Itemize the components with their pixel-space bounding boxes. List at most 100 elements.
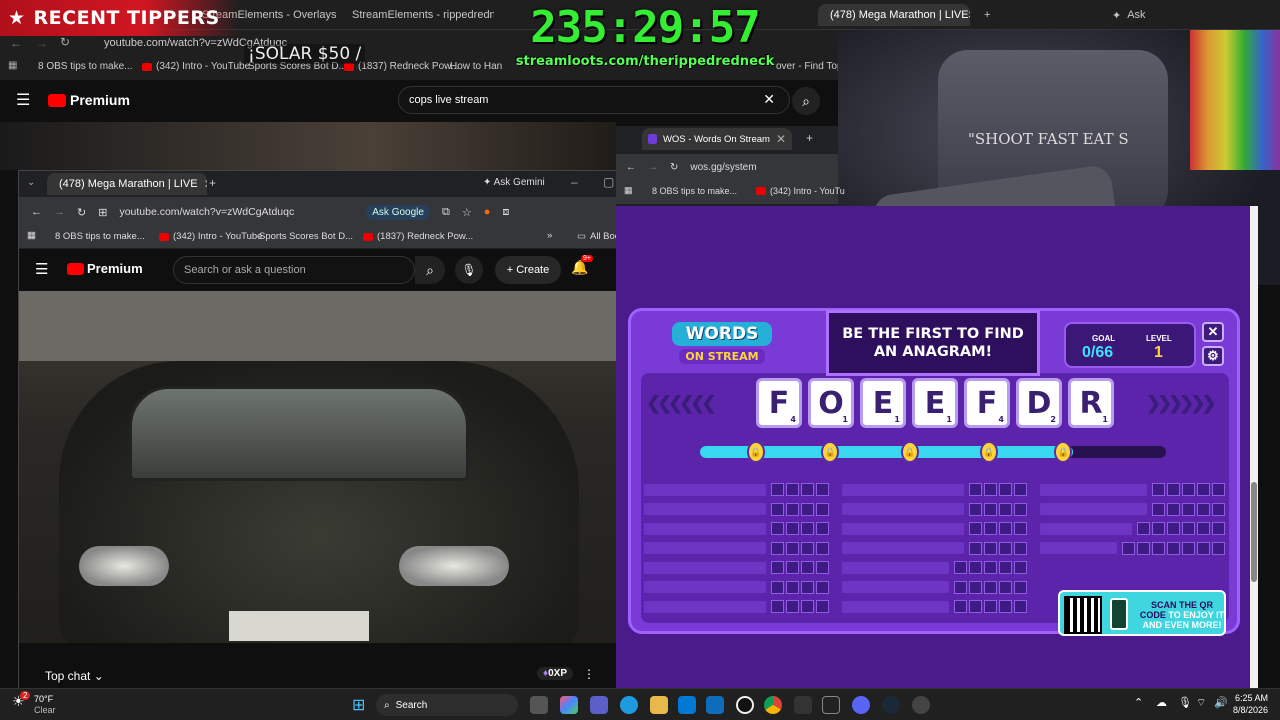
mic-icon[interactable]: 🎙 xyxy=(455,256,483,284)
chevron-right-icon[interactable]: » xyxy=(547,230,552,241)
reload-icon[interactable]: ↻ xyxy=(670,162,678,173)
clock-date[interactable]: 8/8/2026 xyxy=(1228,705,1268,715)
network-icon[interactable]: ☁ xyxy=(1156,696,1167,709)
youtube-logo-icon[interactable] xyxy=(48,94,66,107)
back-search-input[interactable]: cops live stream ✕ xyxy=(398,86,790,114)
all-bookmarks[interactable]: ▭ All Boo xyxy=(577,231,620,242)
volume-icon[interactable]: 🔊 xyxy=(1214,696,1228,709)
yt-search-input[interactable]: Search or ask a question xyxy=(173,256,415,284)
tab-wos[interactable]: WOS - Words On Stream ✕ xyxy=(642,128,792,150)
close-game-button[interactable]: ✕ xyxy=(1202,322,1224,342)
app-icon[interactable] xyxy=(794,696,812,714)
new-tab-icon[interactable]: + xyxy=(209,176,216,190)
close-icon[interactable]: ✕ xyxy=(204,177,207,191)
tab-mega-marathon[interactable]: (478) Mega Marathon | LIVE ✕ xyxy=(47,173,207,195)
chevron-up-icon[interactable]: ⌃ xyxy=(1134,696,1143,709)
cast-icon[interactable]: ⧉ xyxy=(442,206,450,219)
new-tab-icon[interactable]: + xyxy=(806,131,813,145)
copilot-icon[interactable] xyxy=(560,696,578,714)
teams-icon[interactable] xyxy=(590,696,608,714)
site-info-icon[interactable]: ⊞ xyxy=(98,206,107,219)
bookmark-item[interactable]: 8 OBS tips to make... xyxy=(38,61,132,72)
maximize-icon[interactable]: ▢ xyxy=(603,175,614,189)
qr-promo-text: SCAN THE QR CODE TO ENJOY IT AND EVEN MO… xyxy=(1138,600,1226,630)
tab-mega-marathon[interactable]: (478) Mega Marathon | LIVESTR✕ xyxy=(818,4,970,26)
settings-gear-icon[interactable]: ⚙ xyxy=(1202,346,1224,366)
app-icon[interactable] xyxy=(912,696,930,714)
forward-arrow-icon[interactable]: → xyxy=(648,162,658,173)
file-explorer-icon[interactable] xyxy=(650,696,668,714)
bookmark-item[interactable]: (342) Intro - YouTube xyxy=(159,231,262,242)
star-icon[interactable]: ☆ xyxy=(462,206,472,219)
terminal-icon[interactable] xyxy=(822,696,840,714)
word-slot-bar xyxy=(1040,503,1147,515)
forward-arrow-icon[interactable]: → xyxy=(36,36,48,50)
close-icon[interactable]: ✕ xyxy=(342,8,344,22)
bookmark-item[interactable]: (1837) Redneck Pow... xyxy=(363,231,473,242)
apps-grid-icon[interactable]: ▦ xyxy=(27,230,36,241)
reload-icon[interactable]: ↻ xyxy=(60,35,70,49)
menu-icon[interactable]: ☰ xyxy=(16,90,30,110)
ask-gemini-button[interactable]: ✦ Ask Gemini xyxy=(483,177,545,188)
letter-slot xyxy=(984,561,997,574)
apps-grid-icon[interactable]: ▦ xyxy=(8,60,17,71)
close-icon[interactable]: ✕ xyxy=(776,132,786,146)
windows-start-icon[interactable]: ⊞ xyxy=(352,695,365,715)
outlook-icon[interactable] xyxy=(706,696,724,714)
minimize-icon[interactable]: – xyxy=(571,175,578,189)
search-icon[interactable]: ⌕ xyxy=(792,87,820,115)
obs-icon[interactable] xyxy=(736,696,754,714)
wos-logo: WORDS ON STREAM xyxy=(672,322,772,370)
page-scrollbar[interactable] xyxy=(1250,206,1258,688)
letter-slot xyxy=(801,483,814,496)
clock-time[interactable]: 6:25 AM xyxy=(1232,693,1268,703)
back-arrow-icon[interactable]: ← xyxy=(626,162,636,173)
bookmark-item[interactable]: 8 OBS tips to make... xyxy=(652,186,737,196)
qr-promo-panel: SCAN THE QR CODE TO ENJOY IT AND EVEN MO… xyxy=(1058,590,1226,636)
youtube-logo-icon[interactable] xyxy=(67,263,84,275)
xp-badge[interactable]: ♦0XP xyxy=(537,667,574,680)
tab-streamelements-rippedredneck[interactable]: StreamElements - rippedredne xyxy=(346,4,494,26)
store-icon[interactable] xyxy=(678,696,696,714)
more-options-icon[interactable]: ⋮ xyxy=(583,667,595,681)
bookmark-item[interactable]: 8 OBS tips to make... xyxy=(55,231,145,242)
bookmark-item[interactable]: (342) Intro - YouTu xyxy=(756,186,845,196)
letter-slot xyxy=(969,561,982,574)
new-tab-button[interactable]: + xyxy=(978,4,998,26)
extension-icon[interactable]: ● xyxy=(484,206,491,218)
task-view-icon[interactable] xyxy=(530,696,548,714)
letter-slot xyxy=(1014,580,1027,594)
reload-icon[interactable]: ↻ xyxy=(77,206,86,219)
taskbar-search[interactable]: ⌕ Search xyxy=(376,694,518,716)
word-slot-row xyxy=(644,560,829,575)
bookmark-item[interactable]: How to Han xyxy=(450,61,502,72)
ask-gemini-button[interactable]: ✦ Ask xyxy=(1106,4,1146,26)
back-arrow-icon[interactable]: ← xyxy=(31,206,42,218)
chrome-icon[interactable] xyxy=(764,696,782,714)
yt-url[interactable]: youtube.com/watch?v=zWdCgAtduqc xyxy=(119,206,294,218)
search-icon[interactable]: ⌕ xyxy=(415,256,445,284)
menu-icon[interactable]: ☰ xyxy=(35,260,48,278)
bookmark-item[interactable]: (342) Intro - YouTube xyxy=(142,61,250,72)
edge-icon[interactable] xyxy=(620,696,638,714)
clear-search-icon[interactable]: ✕ xyxy=(763,91,775,108)
back-arrow-icon[interactable]: ← xyxy=(10,36,22,50)
ask-google-button[interactable]: Ask Google xyxy=(366,204,430,220)
forward-arrow-icon[interactable]: → xyxy=(54,206,65,218)
top-chat-dropdown[interactable]: Top chat ⌄ xyxy=(45,669,104,683)
wos-url[interactable]: wos.gg/system xyxy=(690,162,756,173)
wifi-icon[interactable]: ⌔ xyxy=(1196,696,1206,710)
steam-icon[interactable] xyxy=(882,696,900,714)
mic-icon[interactable]: 🎙 xyxy=(1178,696,1192,709)
apps-grid-icon[interactable]: ▦ xyxy=(624,185,633,196)
discord-icon[interactable] xyxy=(852,696,870,714)
weather-temp[interactable]: 70°F xyxy=(34,694,53,704)
create-button[interactable]: + Create xyxy=(495,256,561,284)
puzzle-icon[interactable]: ⧈ xyxy=(502,206,509,219)
letter-slot xyxy=(969,522,982,535)
video-player[interactable] xyxy=(19,291,617,643)
tab-search-icon[interactable]: ⌄ xyxy=(27,177,35,188)
bookmark-item[interactable]: Sports Scores Bot D... xyxy=(259,231,353,242)
scrollbar-thumb[interactable] xyxy=(1251,482,1257,582)
word-slot-row xyxy=(644,541,829,556)
